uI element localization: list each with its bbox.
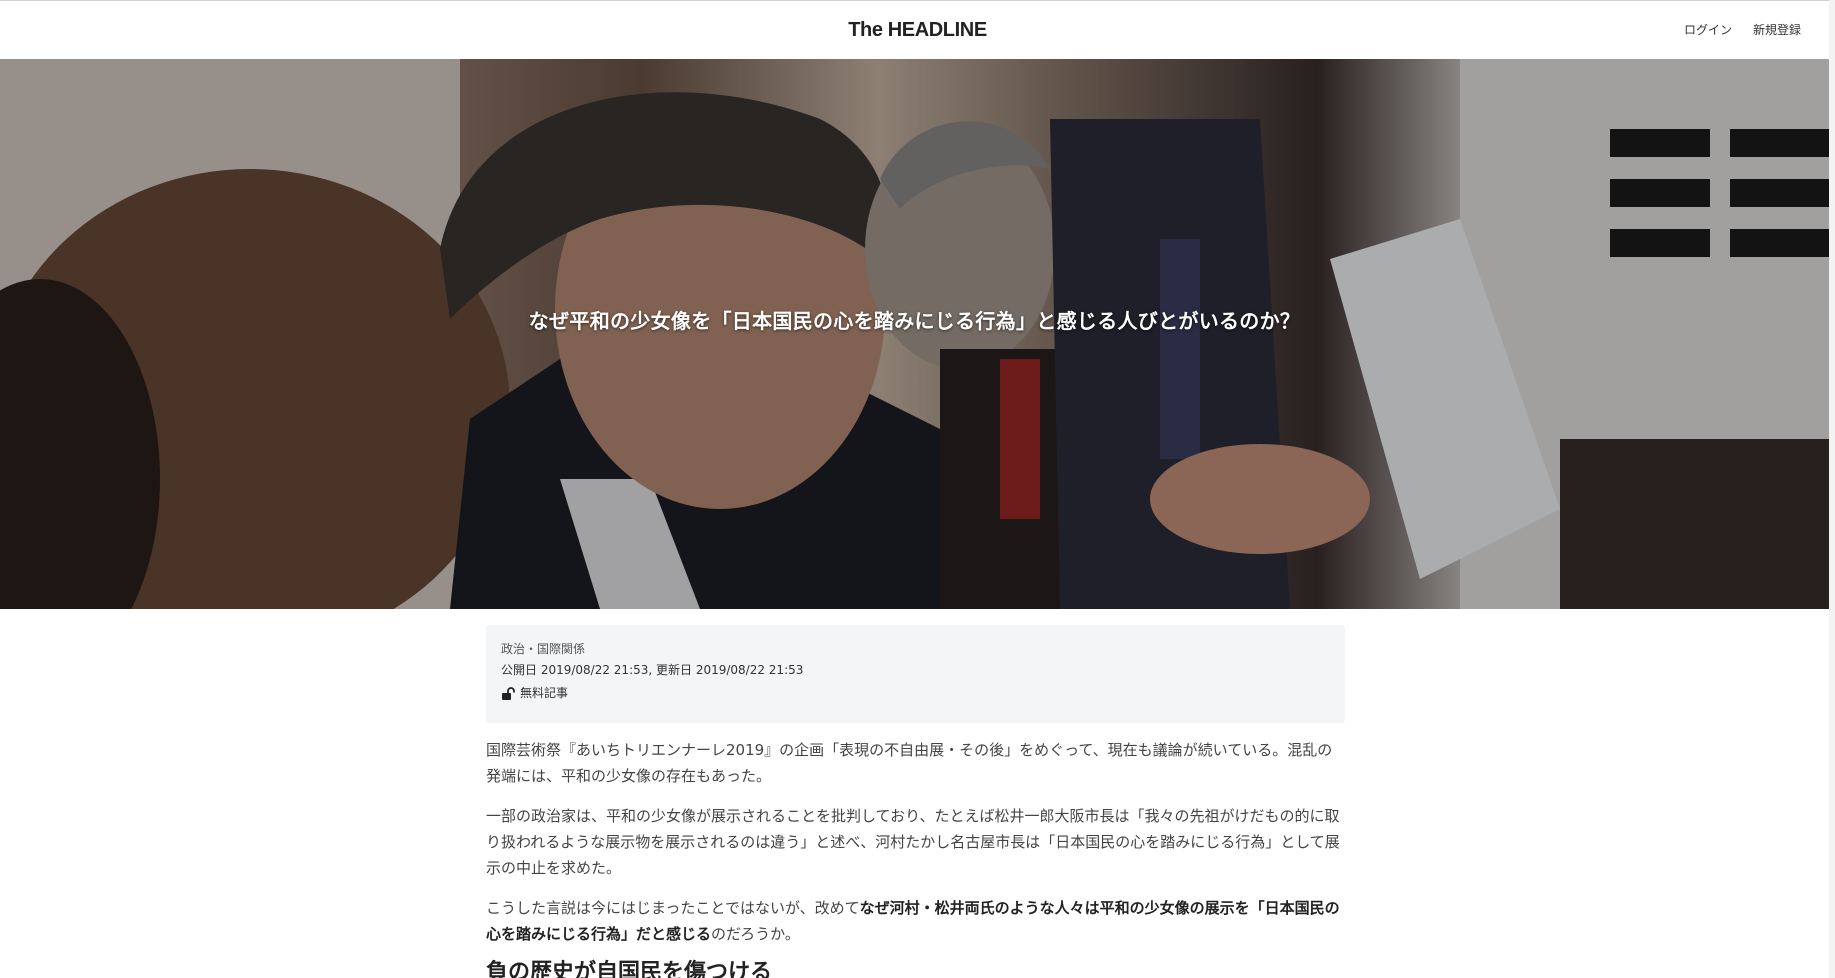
article-meta-card: 政治・国際関係 公開日 2019/08/22 21:53, 更新日 2019/0… <box>486 625 1345 723</box>
login-link[interactable]: ログイン <box>1684 21 1732 38</box>
scrollbar-track[interactable] <box>1829 0 1835 978</box>
site-logo[interactable]: The HEADLINE <box>0 19 1835 42</box>
hero-image: なぜ平和の少女像を「日本国民の心を踏みにじる行為」と感じる人びとがいるのか？ <box>0 59 1829 609</box>
publish-dates: 公開日 2019/08/22 21:53, 更新日 2019/08/22 21:… <box>501 663 804 677</box>
article-paragraph: 一部の政治家は、平和の少女像が展示されることを批判しており、たとえば松井一郎大阪… <box>486 807 1340 877</box>
article-body: 国際芸術祭『あいちトリエンナーレ2019』の企画「表現の不自由展・その後」をめぐ… <box>486 737 1346 961</box>
article-title: なぜ平和の少女像を「日本国民の心を踏みにじる行為」と感じる人びとがいるのか？ <box>528 309 1301 333</box>
article-paragraph: こうした言説は今にはじまったことではないが、改めてなぜ河村・松井両氏のような人々… <box>486 895 1346 947</box>
signup-link[interactable]: 新規登録 <box>1753 21 1801 38</box>
site-header: The HEADLINE ログイン 新規登録 <box>0 1 1835 59</box>
unlocked-padlock-icon <box>502 686 515 700</box>
paragraph-text: こうした言説は今にはじまったことではないが、改めて <box>486 899 860 917</box>
paragraph-text: のだろうか。 <box>711 925 800 943</box>
category-label[interactable]: 政治・国際関係 <box>501 639 1330 659</box>
section-heading: 負の歴史が自国民を傷つける <box>486 960 773 978</box>
article-paragraph: 国際芸術祭『あいちトリエンナーレ2019』の企画「表現の不自由展・その後」をめぐ… <box>486 741 1333 785</box>
free-article-label: 無料記事 <box>520 686 569 700</box>
hero-overlay <box>0 59 1829 609</box>
free-article-badge: 無料記事 <box>501 682 1330 705</box>
